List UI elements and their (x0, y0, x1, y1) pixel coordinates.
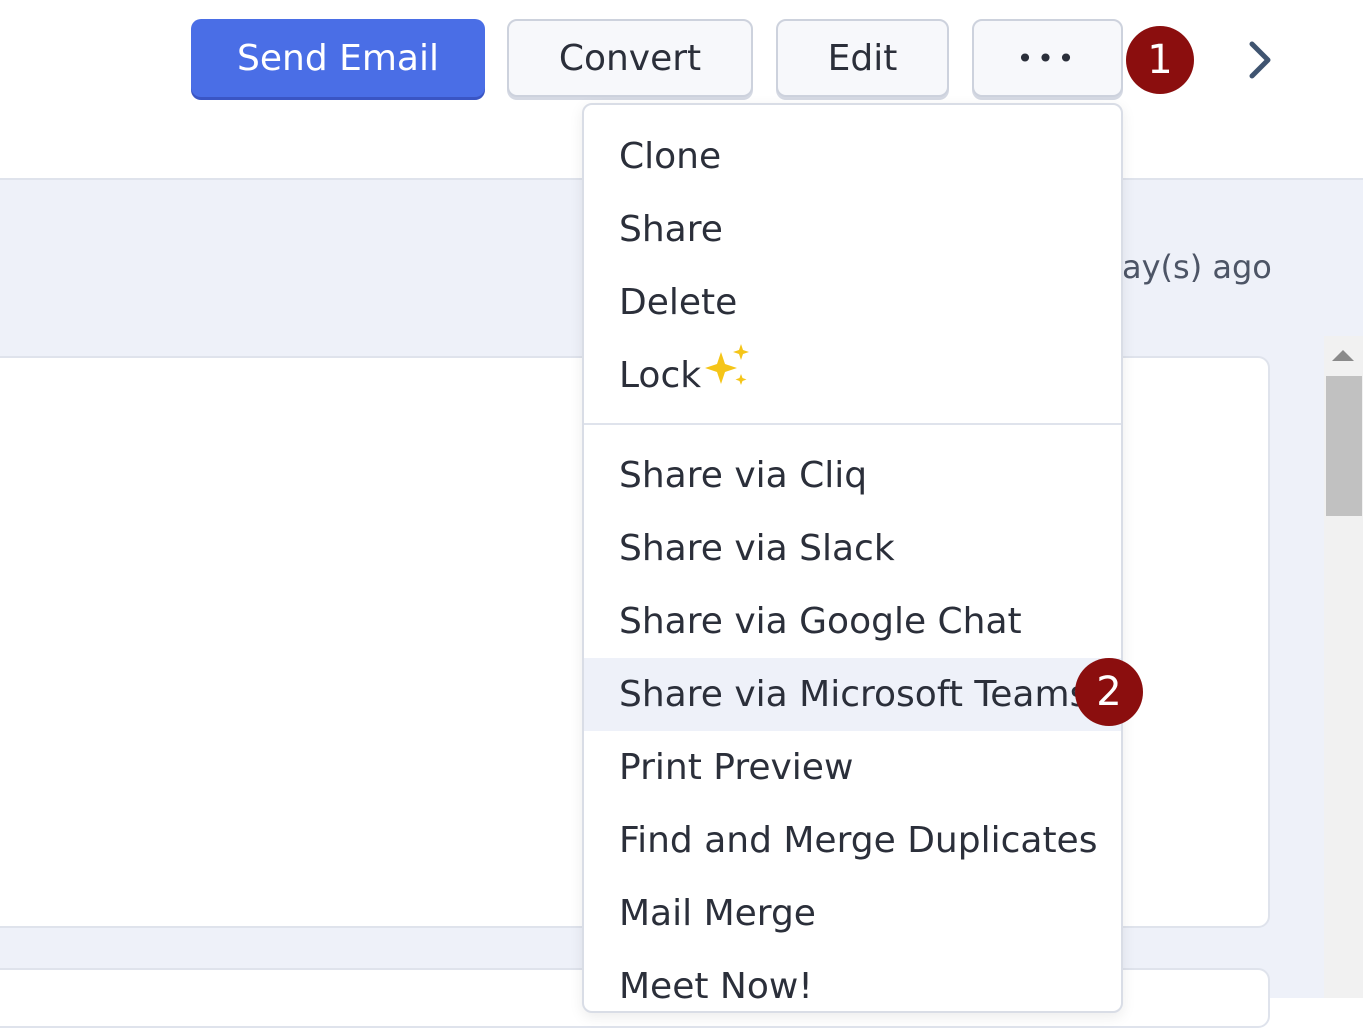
menu-item-share[interactable]: Share (584, 193, 1121, 266)
menu-item-label: Share via Slack (619, 528, 895, 569)
menu-item-label: Share via Microsoft Teams (619, 674, 1089, 715)
menu-item-label: Print Preview (619, 747, 854, 788)
step-marker-2: 2 (1075, 658, 1143, 726)
menu-item-label: Share (619, 209, 723, 250)
menu-item-clone[interactable]: Clone (584, 120, 1121, 193)
menu-item-label: Clone (619, 136, 722, 177)
scrollbar-thumb[interactable] (1326, 376, 1362, 516)
menu-item-label: Share via Cliq (619, 455, 868, 496)
menu-item-label: Mail Merge (619, 893, 816, 934)
menu-item-meet-now[interactable]: Meet Now! (584, 950, 1121, 1011)
menu-item-share-via-google-chat[interactable]: Share via Google Chat (584, 585, 1121, 658)
scroll-up-arrow-icon[interactable] (1332, 350, 1354, 361)
menu-item-find-and-merge-duplicates[interactable]: Find and Merge Duplicates (584, 804, 1121, 877)
more-actions-button[interactable]: ••• (972, 19, 1123, 97)
send-email-button[interactable]: Send Email (191, 19, 485, 97)
convert-button[interactable]: Convert (507, 19, 753, 97)
menu-divider (584, 423, 1121, 425)
last-modified-timestamp: ay(s) ago (1122, 248, 1272, 286)
menu-item-share-via-cliq[interactable]: Share via Cliq (584, 439, 1121, 512)
menu-item-lock[interactable]: Lock (584, 339, 1121, 412)
chevron-right-icon[interactable] (1240, 38, 1280, 82)
menu-item-delete[interactable]: Delete (584, 266, 1121, 339)
step-marker-1: 1 (1126, 26, 1194, 94)
menu-item-label: Find and Merge Duplicates (619, 820, 1098, 861)
edit-button[interactable]: Edit (776, 19, 949, 97)
menu-item-print-preview[interactable]: Print Preview (584, 731, 1121, 804)
menu-item-mail-merge[interactable]: Mail Merge (584, 877, 1121, 950)
menu-item-label: Share via Google Chat (619, 601, 1022, 642)
menu-item-share-via-slack[interactable]: Share via Slack (584, 512, 1121, 585)
menu-item-label: Meet Now! (619, 966, 813, 1007)
menu-item-share-via-microsoft-teams[interactable]: Share via Microsoft Teams (584, 658, 1121, 731)
menu-item-label: Lock (619, 355, 702, 396)
menu-item-label: Delete (619, 282, 738, 323)
more-actions-menu: Clone Share Delete Lock Share via Cliq S… (582, 103, 1123, 1013)
sparkle-icon (705, 343, 750, 385)
